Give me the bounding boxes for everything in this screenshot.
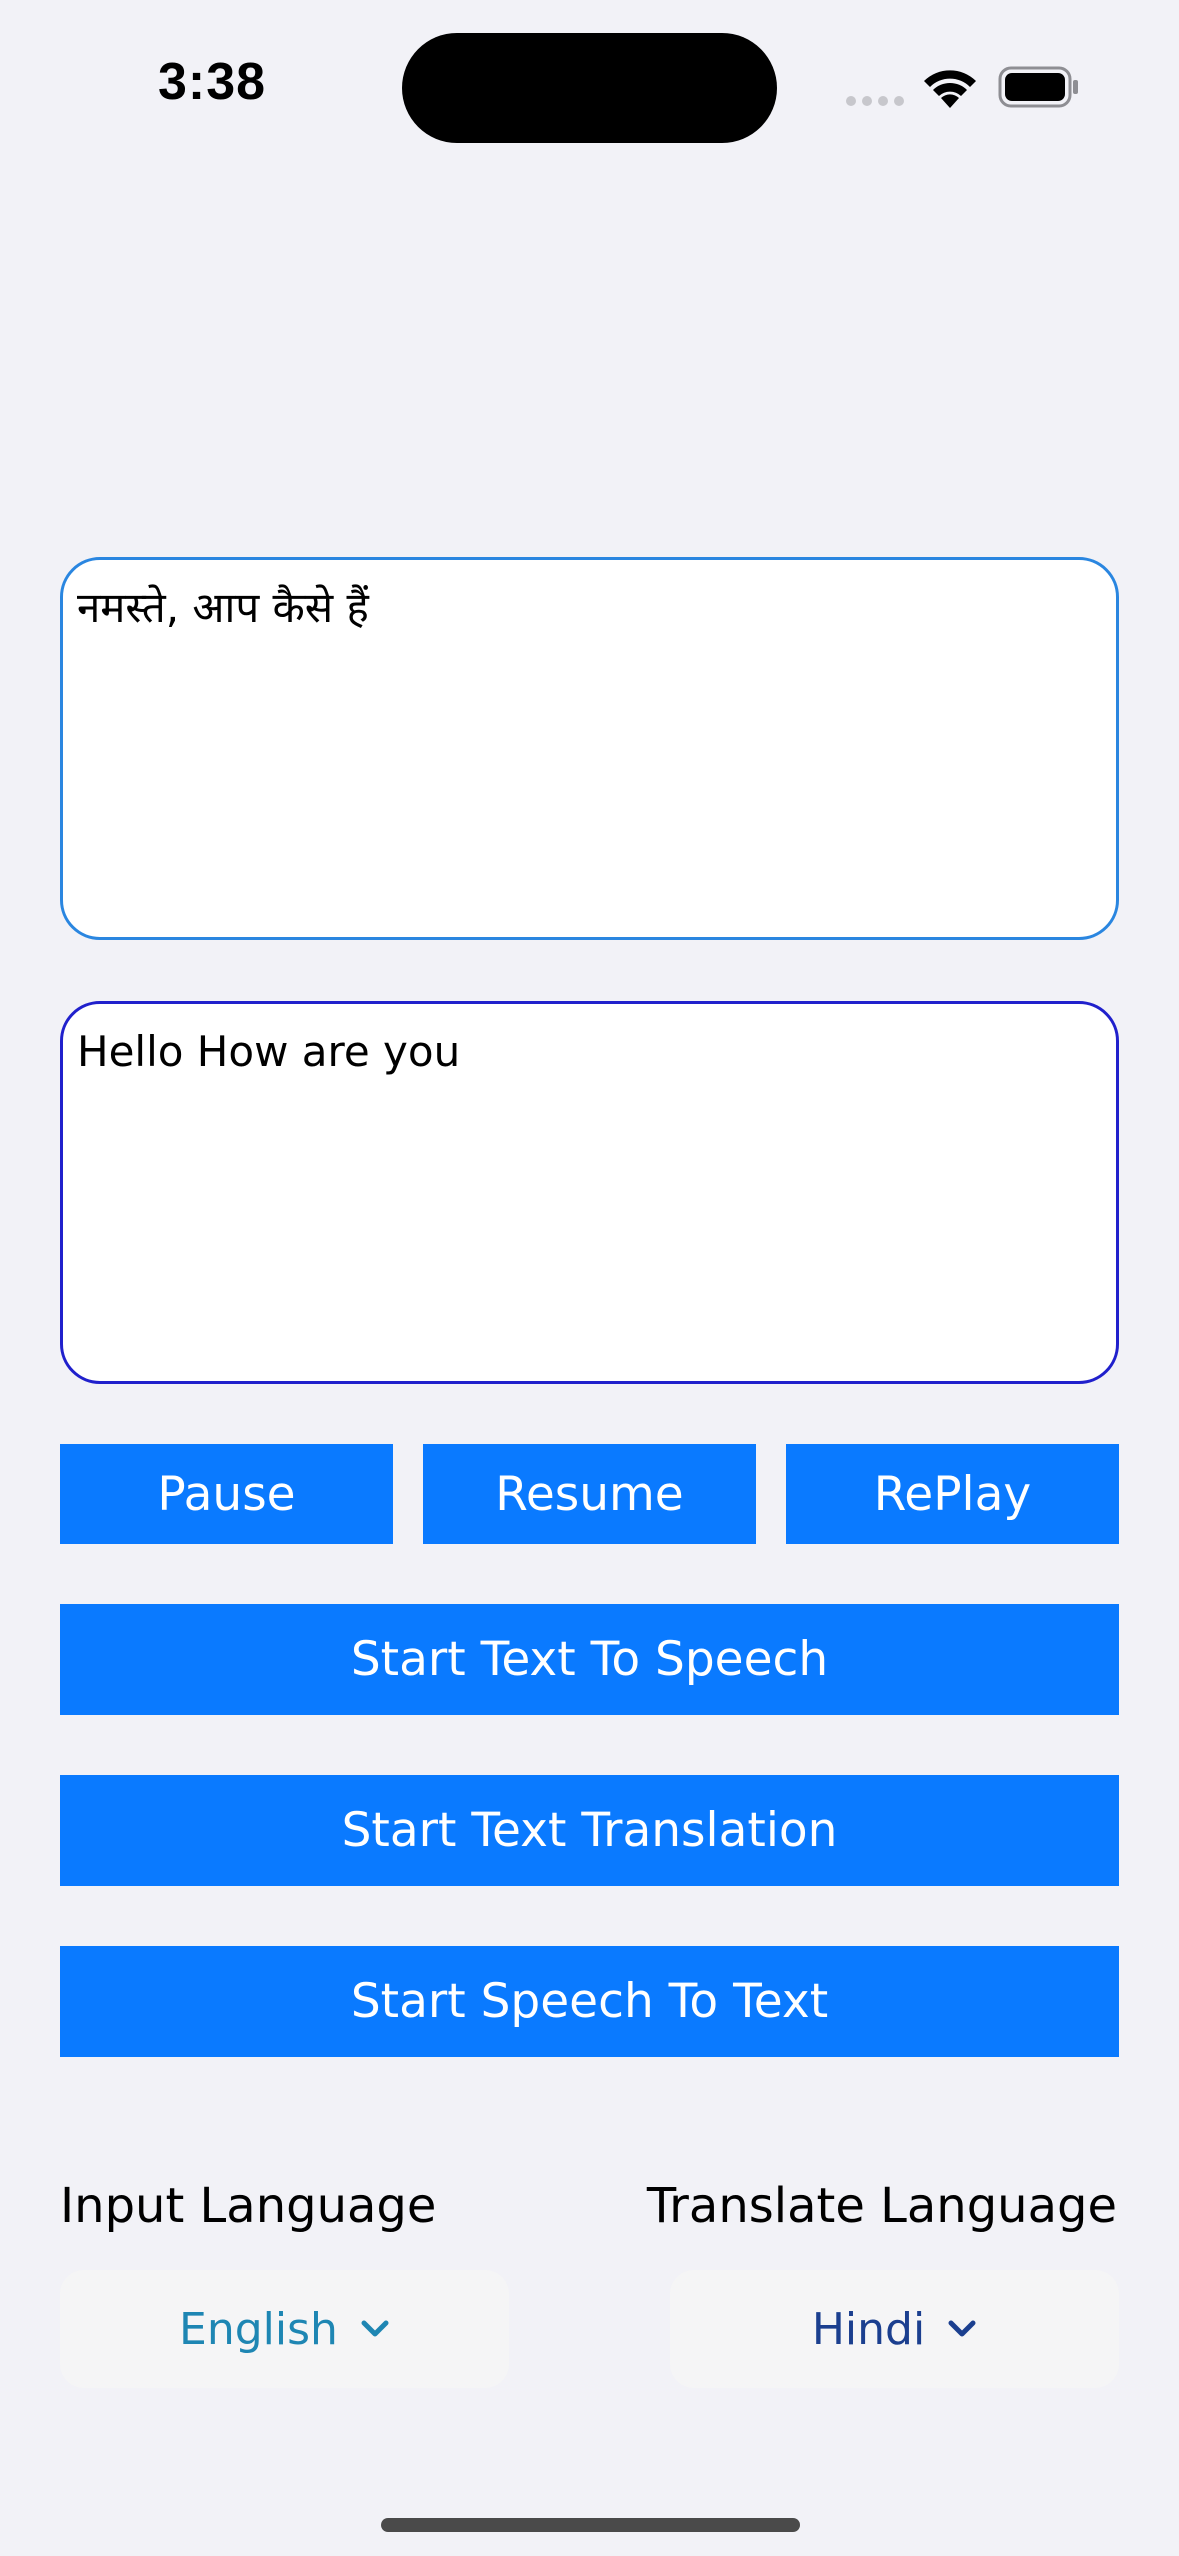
app-screen: 3:38 नमस्ते, आप कैसे हैं Hello How are y…	[0, 0, 1179, 2556]
home-indicator[interactable]	[381, 2518, 800, 2532]
translate-language-label: Translate Language	[646, 2178, 1117, 2234]
input-language-value: English	[179, 2303, 338, 2355]
chevron-down-icon	[948, 2320, 976, 2337]
dynamic-island	[402, 33, 777, 143]
signal-icon	[846, 96, 904, 106]
translate-language-value: Hindi	[811, 2303, 926, 2355]
input-language-picker[interactable]: English	[60, 2270, 509, 2388]
start-speech-to-text-button[interactable]: Start Speech To Text	[60, 1946, 1119, 2057]
start-text-to-speech-button[interactable]: Start Text To Speech	[60, 1604, 1119, 1715]
input-language-label: Input Language	[60, 2178, 437, 2234]
translated-text-area[interactable]: Hello How are you	[60, 1001, 1119, 1384]
start-text-translation-button[interactable]: Start Text Translation	[60, 1775, 1119, 1886]
translate-language-picker[interactable]: Hindi	[670, 2270, 1119, 2388]
source-text-area[interactable]: नमस्ते, आप कैसे हैं	[60, 557, 1119, 940]
pause-button[interactable]: Pause	[60, 1444, 393, 1544]
resume-button[interactable]: Resume	[423, 1444, 756, 1544]
battery-icon	[998, 66, 1078, 108]
wifi-icon	[924, 70, 976, 108]
chevron-down-icon	[361, 2320, 389, 2337]
status-time: 3:38	[158, 53, 267, 111]
replay-button[interactable]: RePlay	[786, 1444, 1119, 1544]
